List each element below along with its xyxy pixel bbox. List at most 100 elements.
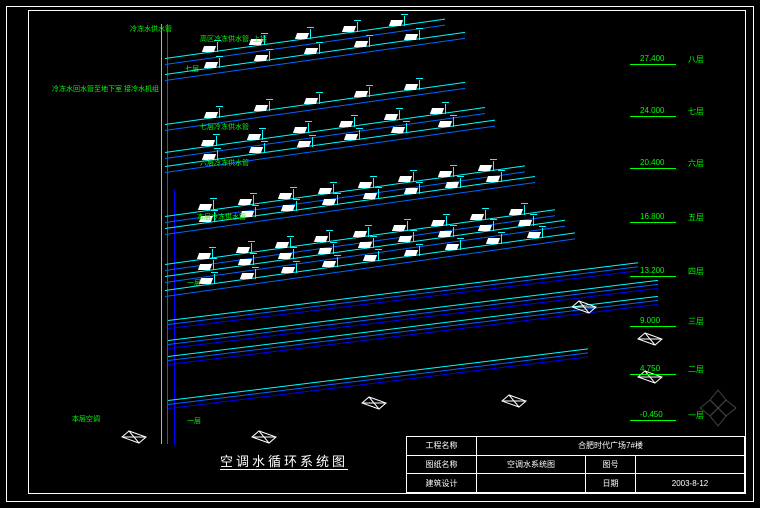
fan-coil-unit (354, 91, 368, 97)
fan-coil-unit (445, 244, 459, 250)
branch-riser (308, 123, 309, 133)
branch-riser (407, 221, 408, 231)
fan-coil-unit (354, 41, 368, 47)
ahu-symbol (500, 394, 528, 408)
fan-coil-unit (296, 141, 310, 147)
elevation-tick (630, 116, 676, 117)
pipe-annotation: 本层冷冻供水管 (197, 212, 246, 222)
fan-coil-unit (518, 220, 532, 226)
pipe-annotation: 一层 (187, 278, 201, 288)
fan-coil-unit (404, 250, 418, 256)
ahu-symbol (120, 430, 148, 444)
elevation-value: 13.200 (640, 266, 664, 275)
branch-riser (524, 205, 525, 215)
fan-coil-unit (254, 105, 268, 111)
branch-riser (269, 51, 270, 61)
branch-riser (310, 29, 311, 39)
branch-riser (533, 216, 534, 226)
branch-riser (255, 207, 256, 217)
elevation-tick (630, 326, 676, 327)
fan-coil-unit (204, 112, 218, 118)
branch-riser (501, 172, 502, 182)
pipe-annotation: 一层 (187, 416, 201, 426)
fan-coil-unit (478, 165, 492, 171)
branch-riser (219, 108, 220, 118)
fan-coil-unit (318, 248, 332, 254)
floor-label: 二层 (688, 364, 704, 375)
fan-coil-unit (353, 231, 367, 237)
pipe-annotation: 六层冷冻供水管 (200, 158, 249, 168)
branch-riser (413, 172, 414, 182)
branch-riser (373, 178, 374, 188)
fan-coil-unit (338, 121, 352, 127)
branch-riser (253, 255, 254, 265)
fan-coil-unit (358, 242, 372, 248)
branch-riser (213, 200, 214, 210)
branch-riser (453, 227, 454, 237)
fan-coil-unit (486, 238, 500, 244)
fan-coil-unit (295, 33, 309, 39)
branch-riser (413, 232, 414, 242)
branch-riser (369, 37, 370, 47)
pipe-annotation: 七层 (185, 64, 199, 74)
branch-riser (419, 30, 420, 40)
elevation-value: -0.450 (640, 410, 663, 419)
branch-riser (419, 246, 420, 256)
branch-riser (419, 184, 420, 194)
tb-row1-value: 合肥时代广场7#楼 (477, 437, 745, 456)
branch-riser (460, 240, 461, 250)
branch-riser (485, 210, 486, 220)
branch-riser (262, 130, 263, 140)
fan-coil-unit (322, 199, 336, 205)
branch-riser (453, 167, 454, 177)
fan-coil-unit (389, 20, 403, 26)
tb-row2-r-label: 图号 (586, 456, 636, 475)
title-block: 工程名称 合肥时代广场7#楼 图纸名称 空调水系统图 图号 建筑设计 日期 20… (406, 436, 746, 494)
pipe-annotation: 高区冷冻供水管, 上接 (200, 34, 267, 44)
fan-coil-unit (430, 108, 444, 114)
branch-riser (253, 195, 254, 205)
tb-row2-r-value (636, 456, 745, 475)
branch-riser (404, 16, 405, 26)
fan-coil-unit (404, 188, 418, 194)
branch-riser (296, 263, 297, 273)
branch-riser (337, 257, 338, 267)
branch-riser (373, 238, 374, 248)
fan-coil-unit (275, 242, 289, 248)
branch-riser (214, 274, 215, 284)
fan-coil-unit (240, 273, 254, 279)
branch-riser (542, 228, 543, 238)
fan-coil-unit (358, 182, 372, 188)
elevation-value: 4.750 (640, 364, 660, 373)
tb-row2-label: 图纸名称 (407, 456, 477, 475)
pipe-annotation: 七层冷冻供水管 (200, 122, 249, 132)
branch-riser (501, 234, 502, 244)
branch-riser (446, 216, 447, 226)
tb-row3-value (477, 474, 586, 493)
fan-coil-unit (478, 225, 492, 231)
tb-row1-label: 工程名称 (407, 437, 477, 456)
branch-riser (213, 260, 214, 270)
floor-label: 六层 (688, 158, 704, 169)
fan-coil-unit (398, 176, 412, 182)
branch-riser (357, 22, 358, 32)
drawing-title: 空调水循环系统图 (220, 451, 348, 470)
ahu-symbol (570, 300, 598, 314)
branch-riser (312, 137, 313, 147)
side-note: 冷冻水回水管至地下室 接冷水机组 (52, 86, 159, 94)
branch-riser (251, 243, 252, 253)
fan-coil-unit (363, 255, 377, 261)
branch-riser (460, 178, 461, 188)
elevation-value: 9.000 (640, 316, 660, 325)
elevation-value: 27.400 (640, 54, 664, 63)
branch-riser (399, 110, 400, 120)
branch-riser (293, 249, 294, 259)
branch-riser (337, 195, 338, 205)
elevation-tick (630, 374, 676, 375)
elevation-value: 20.400 (640, 158, 664, 167)
fan-coil-unit (344, 134, 358, 140)
elevation-tick (630, 64, 676, 65)
fan-coil-unit (438, 231, 452, 237)
fan-coil-unit (304, 98, 318, 104)
branch-riser (369, 87, 370, 97)
